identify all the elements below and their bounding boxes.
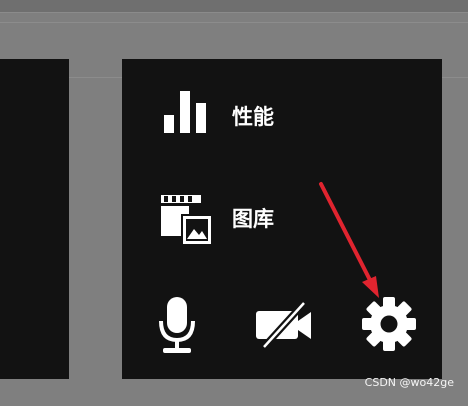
- menu-item-performance[interactable]: 性能: [122, 87, 342, 147]
- menu-item-gallery[interactable]: 图库: [122, 189, 342, 249]
- bar-chart-icon: [164, 91, 206, 133]
- camera-off-button[interactable]: [254, 291, 314, 357]
- side-panel: [0, 59, 69, 379]
- top-bar: [0, 0, 468, 13]
- quick-menu-panel: 性能 图库: [122, 59, 442, 379]
- watermark-text: CSDN @wo42ge: [364, 376, 454, 389]
- settings-button[interactable]: [359, 291, 419, 357]
- menu-item-label: 性能: [232, 105, 274, 129]
- menu-item-label: 图库: [232, 207, 274, 231]
- microphone-icon: [159, 297, 195, 353]
- gallery-icon: [161, 195, 212, 246]
- camera-off-icon: [256, 300, 311, 350]
- divider-line: [0, 22, 468, 23]
- microphone-button[interactable]: [148, 291, 208, 357]
- gear-icon: [362, 297, 416, 351]
